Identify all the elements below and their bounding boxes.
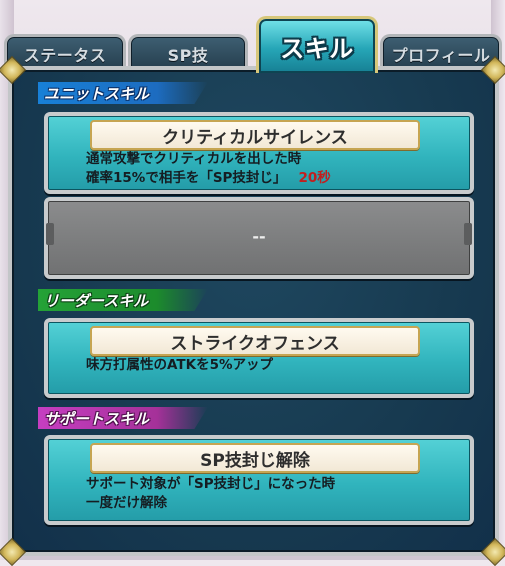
empty-slot-text: -- [252, 227, 266, 246]
tab-skill-label: スキル [280, 34, 354, 63]
support-skill-description: サポート対象が「SP技封じ」になった時 一度だけ解除 [86, 475, 335, 513]
unit-skill-title: ユニットスキル [44, 84, 150, 103]
unit-skill-card: クリティカルサイレンス 通常攻撃でクリティカルを出した時 確率15%で相手を「S… [44, 112, 474, 194]
skill-name-plate: SP技封じ解除 [90, 443, 420, 473]
unit-skill-header: ユニットスキル [38, 82, 208, 104]
support-skill-header: サポートスキル [38, 407, 208, 429]
skill-name-plate: ストライクオフェンス [90, 326, 420, 356]
unit-skill-name: クリティカルサイレンス [162, 127, 348, 148]
leader-skill-name: ストライクオフェンス [170, 333, 340, 354]
skill-name-plate: クリティカルサイレンス [90, 120, 420, 150]
support-skill-title: サポートスキル [44, 409, 150, 428]
leader-skill-title: リーダースキル [44, 291, 149, 310]
support-skill-desc-line2: 一度だけ解除 [86, 495, 167, 511]
unit-skill-duration: 20秒 [298, 170, 331, 186]
leader-skill-description: 味方打属性のATKを5%アップ [86, 356, 273, 375]
leader-skill-header: リーダースキル [38, 289, 208, 311]
tab-sp-skill-label: SP技 [167, 46, 209, 65]
unit-skill-description: 通常攻撃でクリティカルを出した時 確率15%で相手を「SP技封じ」 20秒 [86, 150, 331, 188]
support-skill-name: SP技封じ解除 [200, 450, 310, 471]
unit-skill-empty-slot: -- [44, 197, 474, 279]
support-skill-desc-line1: サポート対象が「SP技封じ」になった時 [86, 476, 336, 492]
tab-skill[interactable]: スキル [256, 16, 378, 73]
tab-status-label: ステータス [23, 46, 107, 65]
tab-profile-label: プロフィール [391, 46, 491, 65]
unit-skill-desc-line2: 確率15%で相手を「SP技封じ」 [86, 170, 287, 186]
unit-skill-desc-line1: 通常攻撃でクリティカルを出した時 [86, 151, 302, 167]
leader-skill-desc-line1: 味方打属性のATKを5%アップ [86, 357, 273, 373]
leader-skill-card: ストライクオフェンス 味方打属性のATKを5%アップ [44, 318, 474, 398]
support-skill-card: SP技封じ解除 サポート対象が「SP技封じ」になった時 一度だけ解除 [44, 435, 474, 525]
